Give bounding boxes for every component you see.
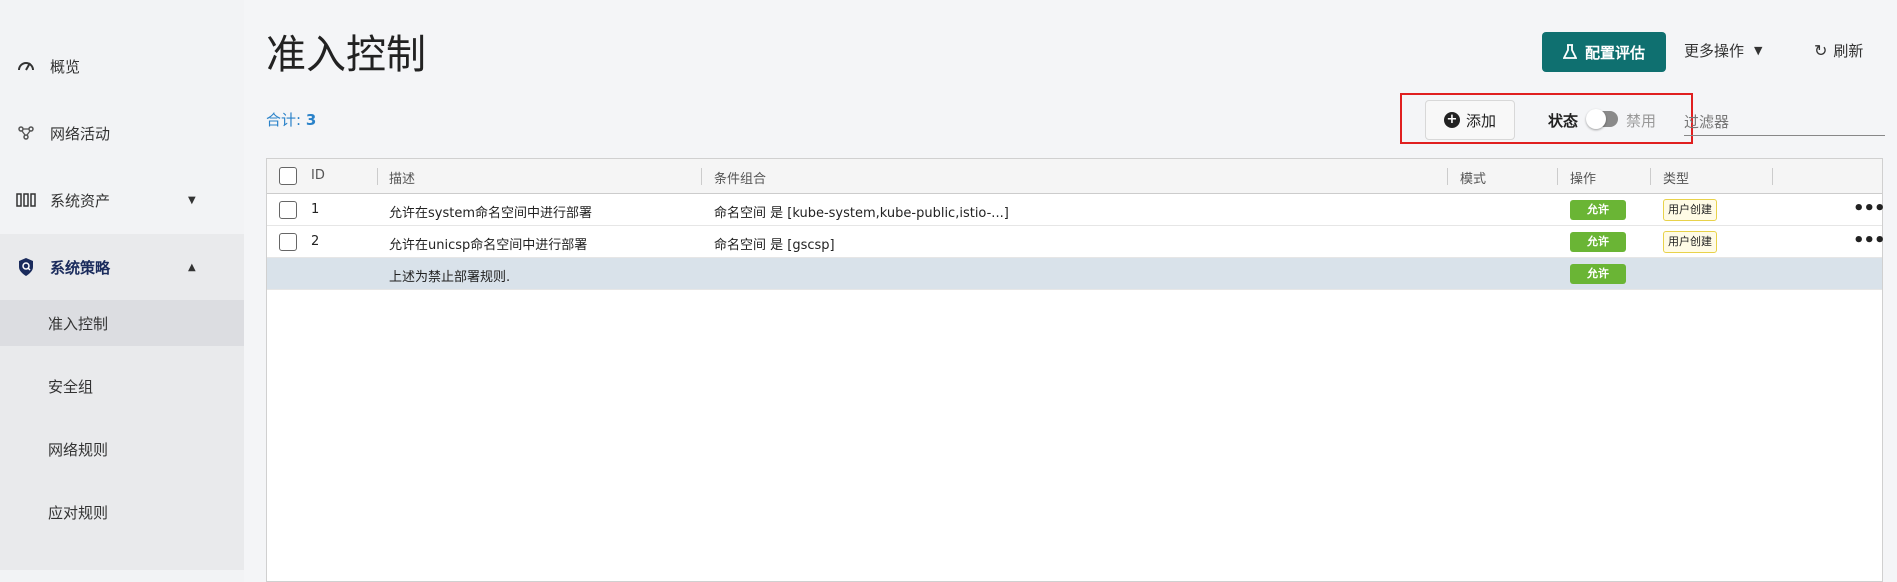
sidebar-subitem-admission-control[interactable]: 准入控制 xyxy=(0,300,244,346)
sidebar-item-system-policy[interactable]: 系统策略 ▲ xyxy=(0,234,244,300)
gauge-icon xyxy=(16,56,36,76)
table-row[interactable]: 1 允许在system命名空间中进行部署 命名空间 是 [kube-system… xyxy=(267,194,1886,226)
type-badge: 用户创建 xyxy=(1663,199,1717,221)
status-toggle[interactable] xyxy=(1586,109,1618,129)
table-header: ID 描述 条件组合 模式 操作 类型 xyxy=(267,159,1882,194)
flask-icon xyxy=(1562,44,1577,59)
chevron-down-icon: ▼ xyxy=(188,194,196,206)
cell-id: 2 xyxy=(311,234,320,249)
sidebar-subitem-response-rules[interactable]: 应对规则 xyxy=(0,489,244,535)
add-button[interactable]: + 添加 xyxy=(1425,100,1515,140)
sidebar-item-network-activity[interactable]: 网络活动 xyxy=(0,100,244,166)
sidebar-item-label: 概览 xyxy=(50,57,81,76)
column-header-action[interactable]: 操作 xyxy=(1570,168,1596,187)
column-header-id[interactable]: ID xyxy=(311,168,325,183)
sidebar-item-overview[interactable]: 概览 xyxy=(0,33,244,99)
main-content: 准入控制 配置评估 更多操作 ▼ ↻ 刷新 合计: 3 + 添加 状态 禁用 I… xyxy=(244,0,1897,582)
table-row[interactable]: 2 允许在unicsp命名空间中进行部署 命名空间 是 [gscsp] 允许 用… xyxy=(267,226,1886,258)
action-badge-allow: 允许 xyxy=(1570,264,1626,284)
column-header-description[interactable]: 描述 xyxy=(389,168,415,187)
assets-icon xyxy=(16,190,36,210)
column-header-conditions[interactable]: 条件组合 xyxy=(714,168,766,187)
config-eval-label: 配置评估 xyxy=(1584,43,1645,62)
table-row-note: 上述为禁止部署规则. 允许 xyxy=(267,258,1882,290)
action-badge-allow: 允许 xyxy=(1570,200,1626,220)
chevron-up-icon: ▲ xyxy=(188,261,196,273)
column-header-mode[interactable]: 模式 xyxy=(1460,168,1486,187)
row-checkbox[interactable] xyxy=(279,233,297,251)
total-number: 3 xyxy=(305,111,317,129)
config-eval-button[interactable]: 配置评估 xyxy=(1542,32,1666,72)
row-checkbox[interactable] xyxy=(279,201,297,219)
sidebar-item-label: 系统资产 xyxy=(50,191,111,210)
cell-id: 1 xyxy=(311,202,320,217)
cell-description: 允许在unicsp命名空间中进行部署 xyxy=(389,238,588,253)
cell-conditions: 命名空间 是 [gscsp] xyxy=(714,238,835,253)
sidebar-item-label: 系统策略 xyxy=(50,258,111,277)
total-label: 合计: xyxy=(266,111,302,129)
total-count: 合计: 3 xyxy=(266,109,316,130)
refresh-icon: ↻ xyxy=(1814,41,1828,60)
select-all-checkbox[interactable] xyxy=(279,167,297,185)
sidebar: 概览 网络活动 系统资产 ▼ 系统策略 ▲ 准入控制 安全组 网络规则 应对规则 xyxy=(0,0,244,582)
toggle-knob xyxy=(1586,109,1606,129)
toggle-state-text: 禁用 xyxy=(1626,112,1657,130)
column-divider xyxy=(1650,168,1651,185)
network-activity-icon xyxy=(16,123,36,143)
column-divider xyxy=(377,168,378,185)
refresh-label: 刷新 xyxy=(1833,42,1864,60)
shield-policy-icon xyxy=(16,257,36,277)
filter-input[interactable] xyxy=(1684,108,1885,136)
sidebar-item-label: 网络活动 xyxy=(50,124,111,143)
more-options-icon[interactable]: ••• xyxy=(1853,230,1886,251)
add-label: 添加 xyxy=(1465,111,1496,130)
chevron-down-icon: ▼ xyxy=(1754,44,1763,57)
sidebar-subitem-network-rules[interactable]: 网络规则 xyxy=(0,426,244,472)
cell-conditions: 命名空间 是 [kube-system,kube-public,istio-..… xyxy=(714,206,1009,221)
sidebar-subitem-security-group[interactable]: 安全组 xyxy=(0,363,244,409)
more-options-icon[interactable]: ••• xyxy=(1853,198,1886,219)
more-actions-label: 更多操作 xyxy=(1684,42,1745,60)
refresh-button[interactable]: ↻ 刷新 xyxy=(1814,40,1863,61)
rules-table: ID 描述 条件组合 模式 操作 类型 1 允许在system命名空间中进行部署… xyxy=(266,158,1886,582)
column-divider xyxy=(1557,168,1558,185)
column-divider xyxy=(1447,168,1448,185)
sidebar-item-system-assets[interactable]: 系统资产 ▼ xyxy=(0,167,244,233)
type-badge: 用户创建 xyxy=(1663,231,1717,253)
column-header-type[interactable]: 类型 xyxy=(1663,168,1689,187)
page-title: 准入控制 xyxy=(266,32,426,78)
column-divider xyxy=(701,168,702,185)
status-label: 状态 xyxy=(1548,112,1579,130)
action-badge-allow: 允许 xyxy=(1570,232,1626,252)
column-divider xyxy=(1772,168,1773,185)
cell-description: 允许在system命名空间中进行部署 xyxy=(389,206,592,221)
cell-note: 上述为禁止部署规则. xyxy=(389,270,511,285)
sidebar-group-system-policy: 系统策略 ▲ 准入控制 安全组 网络规则 应对规则 xyxy=(0,234,244,570)
plus-circle-icon: + xyxy=(1443,112,1460,128)
more-actions-dropdown[interactable]: 更多操作 ▼ xyxy=(1684,40,1762,61)
